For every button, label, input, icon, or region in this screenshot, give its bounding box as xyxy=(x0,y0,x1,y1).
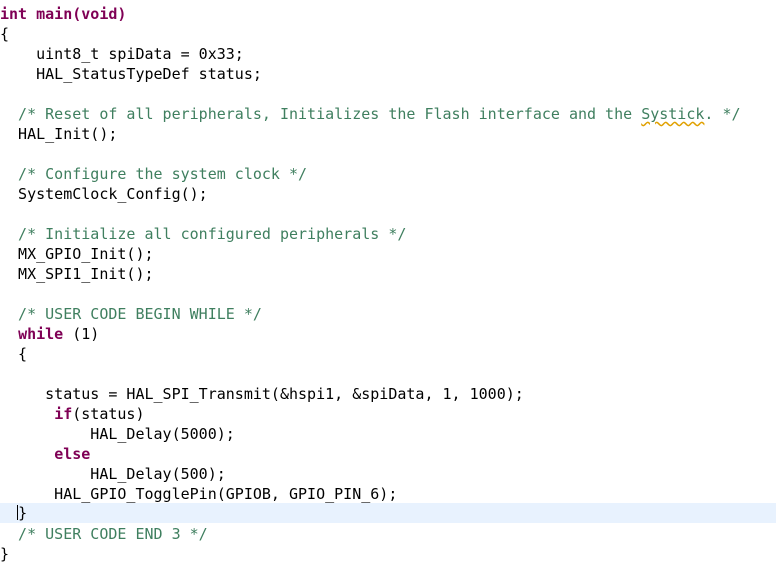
comment-text: /* Reset of all peripherals, Initializes… xyxy=(0,105,642,123)
keyword-void: void xyxy=(81,5,118,23)
code-line-26-current[interactable]: } xyxy=(0,503,776,523)
code-line-25: HAL_GPIO_TogglePin(GPIOB, GPIO_PIN_6); xyxy=(0,485,398,503)
code-line-10: SystemClock_Config(); xyxy=(0,185,208,203)
comment-end: . */ xyxy=(704,105,741,123)
code-line-21: if(status) xyxy=(0,404,776,424)
paren-close: ) xyxy=(117,5,127,23)
code-line-16-comment: /* USER CODE BEGIN WHILE */ xyxy=(0,305,262,323)
code-editor[interactable]: int main(void) { uint8_t spiData = 0x33;… xyxy=(0,0,776,566)
code-line-3: uint8_t spiData = 0x33; xyxy=(0,45,244,63)
code-line-12-comment: /* Initialize all configured peripherals… xyxy=(0,225,407,243)
code-line-28: } xyxy=(0,545,10,563)
code-line-6-comment: /* Reset of all peripherals, Initializes… xyxy=(0,104,776,124)
keyword-else: else xyxy=(54,445,91,463)
keyword-int: int xyxy=(0,5,28,23)
code-line-13: MX_GPIO_Init(); xyxy=(0,245,154,263)
code-line-14: MX_SPI1_Init(); xyxy=(0,265,154,283)
if-condition: (status) xyxy=(72,405,145,423)
code-line-2: { xyxy=(0,25,10,43)
code-line-4: HAL_StatusTypeDef status; xyxy=(0,65,262,83)
code-line-22: HAL_Delay(5000); xyxy=(0,425,235,443)
keyword-if: if xyxy=(54,405,73,423)
keyword-while: while xyxy=(18,325,64,343)
code-line-9-comment: /* Configure the system clock */ xyxy=(0,165,308,183)
closing-brace: } xyxy=(18,504,28,522)
code-line-18: { xyxy=(0,345,28,363)
code-line-20: status = HAL_SPI_Transmit(&hspi1, &spiDa… xyxy=(0,385,524,403)
code-line-1: int main(void) xyxy=(0,4,776,24)
code-line-23: else xyxy=(0,444,776,464)
function-name-main: main( xyxy=(27,5,82,23)
code-line-27-comment: /* USER CODE END 3 */ xyxy=(0,525,208,543)
code-line-24: HAL_Delay(500); xyxy=(0,465,226,483)
code-line-17: while (1) xyxy=(0,324,776,344)
code-line-7: HAL_Init(); xyxy=(0,125,118,143)
while-condition: (1) xyxy=(63,325,100,343)
spellcheck-word[interactable]: Systick xyxy=(641,105,704,123)
